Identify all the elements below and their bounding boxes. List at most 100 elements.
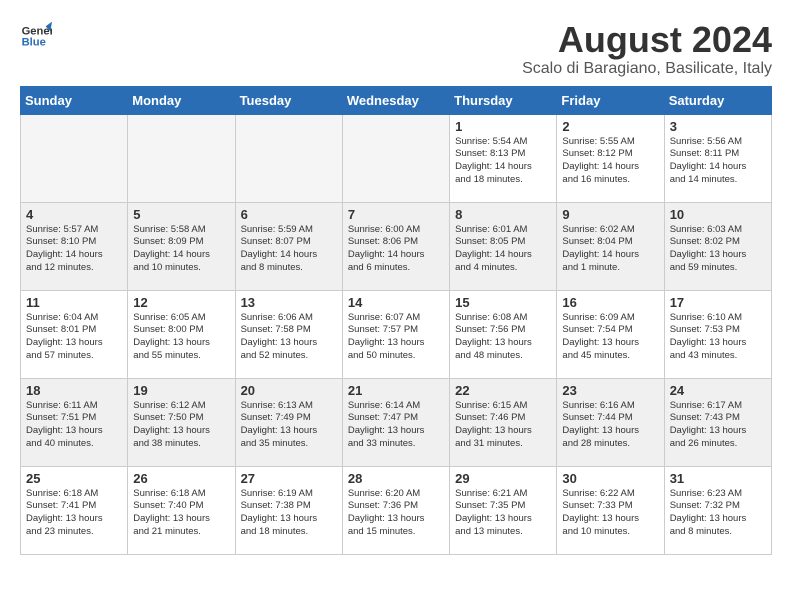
cell-text: Sunrise: 5:59 AMSunset: 8:07 PMDaylight:…	[241, 224, 337, 275]
calendar-cell: 5 Sunrise: 5:58 AMSunset: 8:09 PMDaylight…	[128, 202, 235, 290]
calendar-cell: 31 Sunrise: 6:23 AMSunset: 7:32 PMDayligh…	[664, 466, 771, 554]
day-number: 27	[241, 471, 337, 486]
cell-text: Sunrise: 5:54 AMSunset: 8:13 PMDaylight:…	[455, 136, 551, 187]
day-number: 23	[562, 383, 658, 398]
calendar-week-5: 25Sunrise: 6:18 AMSunset: 7:41 PMDayligh…	[21, 466, 772, 554]
day-number: 25	[26, 471, 122, 486]
calendar-cell: 30 Sunrise: 6:22 AMSunset: 7:33 PMDayligh…	[557, 466, 664, 554]
col-friday: Friday	[557, 86, 664, 114]
cell-text: Sunrise: 6:22 AMSunset: 7:33 PMDaylight:…	[562, 488, 658, 539]
calendar-cell: 21 Sunrise: 6:14 AMSunset: 7:47 PMDayligh…	[342, 378, 449, 466]
col-sunday: Sunday	[21, 86, 128, 114]
cell-text: Sunrise: 6:04 AMSunset: 8:01 PMDaylight:…	[26, 312, 122, 363]
calendar-week-4: 18 Sunrise: 6:11 AMSunset: 7:51 PMDayligh…	[21, 378, 772, 466]
day-number: 3	[670, 119, 766, 134]
col-thursday: Thursday	[450, 86, 557, 114]
day-number: 18	[26, 383, 122, 398]
calendar-cell: 28 Sunrise: 6:20 AMSunset: 7:36 PMDayligh…	[342, 466, 449, 554]
header: General Blue August 2024 Scalo di Baragi…	[20, 20, 772, 78]
calendar-cell: 1 Sunrise: 5:54 AMSunset: 8:13 PMDaylight…	[450, 114, 557, 202]
calendar-cell: 27Sunrise: 6:19 AMSunset: 7:38 PMDayligh…	[235, 466, 342, 554]
calendar-cell: 6 Sunrise: 5:59 AMSunset: 8:07 PMDaylight…	[235, 202, 342, 290]
day-number: 19	[133, 383, 229, 398]
calendar-cell: 2Sunrise: 5:55 AMSunset: 8:12 PMDaylight…	[557, 114, 664, 202]
cell-text: Sunrise: 6:00 AMSunset: 8:06 PMDaylight:…	[348, 224, 444, 275]
title-block: August 2024 Scalo di Baragiano, Basilica…	[522, 20, 772, 78]
calendar-cell: 29Sunrise: 6:21 AMSunset: 7:35 PMDayligh…	[450, 466, 557, 554]
day-number: 6	[241, 207, 337, 222]
day-number: 17	[670, 295, 766, 310]
day-number: 20	[241, 383, 337, 398]
day-number: 11	[26, 295, 122, 310]
day-number: 9	[562, 207, 658, 222]
cell-text: Sunrise: 6:10 AMSunset: 7:53 PMDaylight:…	[670, 312, 766, 363]
month-title: August 2024	[522, 20, 772, 60]
day-number: 1	[455, 119, 551, 134]
cell-text: Sunrise: 6:13 AMSunset: 7:49 PMDaylight:…	[241, 400, 337, 451]
calendar-cell: 7Sunrise: 6:00 AMSunset: 8:06 PMDaylight…	[342, 202, 449, 290]
calendar-cell: 10 Sunrise: 6:03 AMSunset: 8:02 PMDayligh…	[664, 202, 771, 290]
calendar-cell: 16 Sunrise: 6:09 AMSunset: 7:54 PMDayligh…	[557, 290, 664, 378]
day-number: 5	[133, 207, 229, 222]
cell-text: Sunrise: 6:08 AMSunset: 7:56 PMDaylight:…	[455, 312, 551, 363]
day-number: 8	[455, 207, 551, 222]
cell-text: Sunrise: 5:55 AMSunset: 8:12 PMDaylight:…	[562, 136, 658, 187]
cell-text: Sunrise: 5:56 AMSunset: 8:11 PMDaylight:…	[670, 136, 766, 187]
col-tuesday: Tuesday	[235, 86, 342, 114]
day-number: 24	[670, 383, 766, 398]
page-container: General Blue August 2024 Scalo di Baragi…	[20, 20, 772, 555]
cell-text: Sunrise: 6:06 AMSunset: 7:58 PMDaylight:…	[241, 312, 337, 363]
cell-text: Sunrise: 6:09 AMSunset: 7:54 PMDaylight:…	[562, 312, 658, 363]
cell-text: Sunrise: 6:18 AMSunset: 7:40 PMDaylight:…	[133, 488, 229, 539]
day-number: 16	[562, 295, 658, 310]
day-number: 21	[348, 383, 444, 398]
cell-text: Sunrise: 6:12 AMSunset: 7:50 PMDaylight:…	[133, 400, 229, 451]
col-wednesday: Wednesday	[342, 86, 449, 114]
cell-text: Sunrise: 6:07 AMSunset: 7:57 PMDaylight:…	[348, 312, 444, 363]
cell-text: Sunrise: 6:15 AMSunset: 7:46 PMDaylight:…	[455, 400, 551, 451]
calendar-cell: 18 Sunrise: 6:11 AMSunset: 7:51 PMDayligh…	[21, 378, 128, 466]
cell-text: Sunrise: 6:16 AMSunset: 7:44 PMDaylight:…	[562, 400, 658, 451]
calendar-cell: 19 Sunrise: 6:12 AMSunset: 7:50 PMDayligh…	[128, 378, 235, 466]
calendar-cell: 26 Sunrise: 6:18 AMSunset: 7:40 PMDayligh…	[128, 466, 235, 554]
cell-text: Sunrise: 5:57 AMSunset: 8:10 PMDaylight:…	[26, 224, 122, 275]
location-subtitle: Scalo di Baragiano, Basilicate, Italy	[522, 60, 772, 78]
calendar-cell: 9 Sunrise: 6:02 AMSunset: 8:04 PMDaylight…	[557, 202, 664, 290]
calendar-cell	[128, 114, 235, 202]
day-number: 30	[562, 471, 658, 486]
cell-text: Sunrise: 6:20 AMSunset: 7:36 PMDaylight:…	[348, 488, 444, 539]
cell-text: Sunrise: 6:02 AMSunset: 8:04 PMDaylight:…	[562, 224, 658, 275]
calendar-cell: 22Sunrise: 6:15 AMSunset: 7:46 PMDayligh…	[450, 378, 557, 466]
day-number: 13	[241, 295, 337, 310]
calendar-cell	[21, 114, 128, 202]
calendar-cell: 12Sunrise: 6:05 AMSunset: 8:00 PMDayligh…	[128, 290, 235, 378]
calendar-week-2: 4 Sunrise: 5:57 AMSunset: 8:10 PMDaylight…	[21, 202, 772, 290]
day-number: 31	[670, 471, 766, 486]
day-number: 14	[348, 295, 444, 310]
calendar-cell: 24 Sunrise: 6:17 AMSunset: 7:43 PMDayligh…	[664, 378, 771, 466]
cell-text: Sunrise: 6:14 AMSunset: 7:47 PMDaylight:…	[348, 400, 444, 451]
cell-text: Sunrise: 6:11 AMSunset: 7:51 PMDaylight:…	[26, 400, 122, 451]
day-number: 28	[348, 471, 444, 486]
calendar-week-3: 11 Sunrise: 6:04 AMSunset: 8:01 PMDayligh…	[21, 290, 772, 378]
calendar-cell: 4 Sunrise: 5:57 AMSunset: 8:10 PMDaylight…	[21, 202, 128, 290]
cell-text: Sunrise: 6:23 AMSunset: 7:32 PMDaylight:…	[670, 488, 766, 539]
calendar-cell: 15 Sunrise: 6:08 AMSunset: 7:56 PMDayligh…	[450, 290, 557, 378]
calendar-week-1: 1 Sunrise: 5:54 AMSunset: 8:13 PMDaylight…	[21, 114, 772, 202]
calendar-cell	[235, 114, 342, 202]
day-number: 26	[133, 471, 229, 486]
calendar-cell: 8Sunrise: 6:01 AMSunset: 8:05 PMDaylight…	[450, 202, 557, 290]
calendar-cell: 25Sunrise: 6:18 AMSunset: 7:41 PMDayligh…	[21, 466, 128, 554]
calendar-cell: 3 Sunrise: 5:56 AMSunset: 8:11 PMDaylight…	[664, 114, 771, 202]
day-number: 4	[26, 207, 122, 222]
calendar-cell: 23 Sunrise: 6:16 AMSunset: 7:44 PMDayligh…	[557, 378, 664, 466]
cell-text: Sunrise: 6:17 AMSunset: 7:43 PMDaylight:…	[670, 400, 766, 451]
cell-text: Sunrise: 5:58 AMSunset: 8:09 PMDaylight:…	[133, 224, 229, 275]
day-number: 29	[455, 471, 551, 486]
calendar-table: Sunday Monday Tuesday Wednesday Thursday…	[20, 86, 772, 555]
day-number: 15	[455, 295, 551, 310]
logo: General Blue	[20, 20, 52, 52]
day-number: 10	[670, 207, 766, 222]
col-monday: Monday	[128, 86, 235, 114]
cell-text: Sunrise: 6:03 AMSunset: 8:02 PMDaylight:…	[670, 224, 766, 275]
